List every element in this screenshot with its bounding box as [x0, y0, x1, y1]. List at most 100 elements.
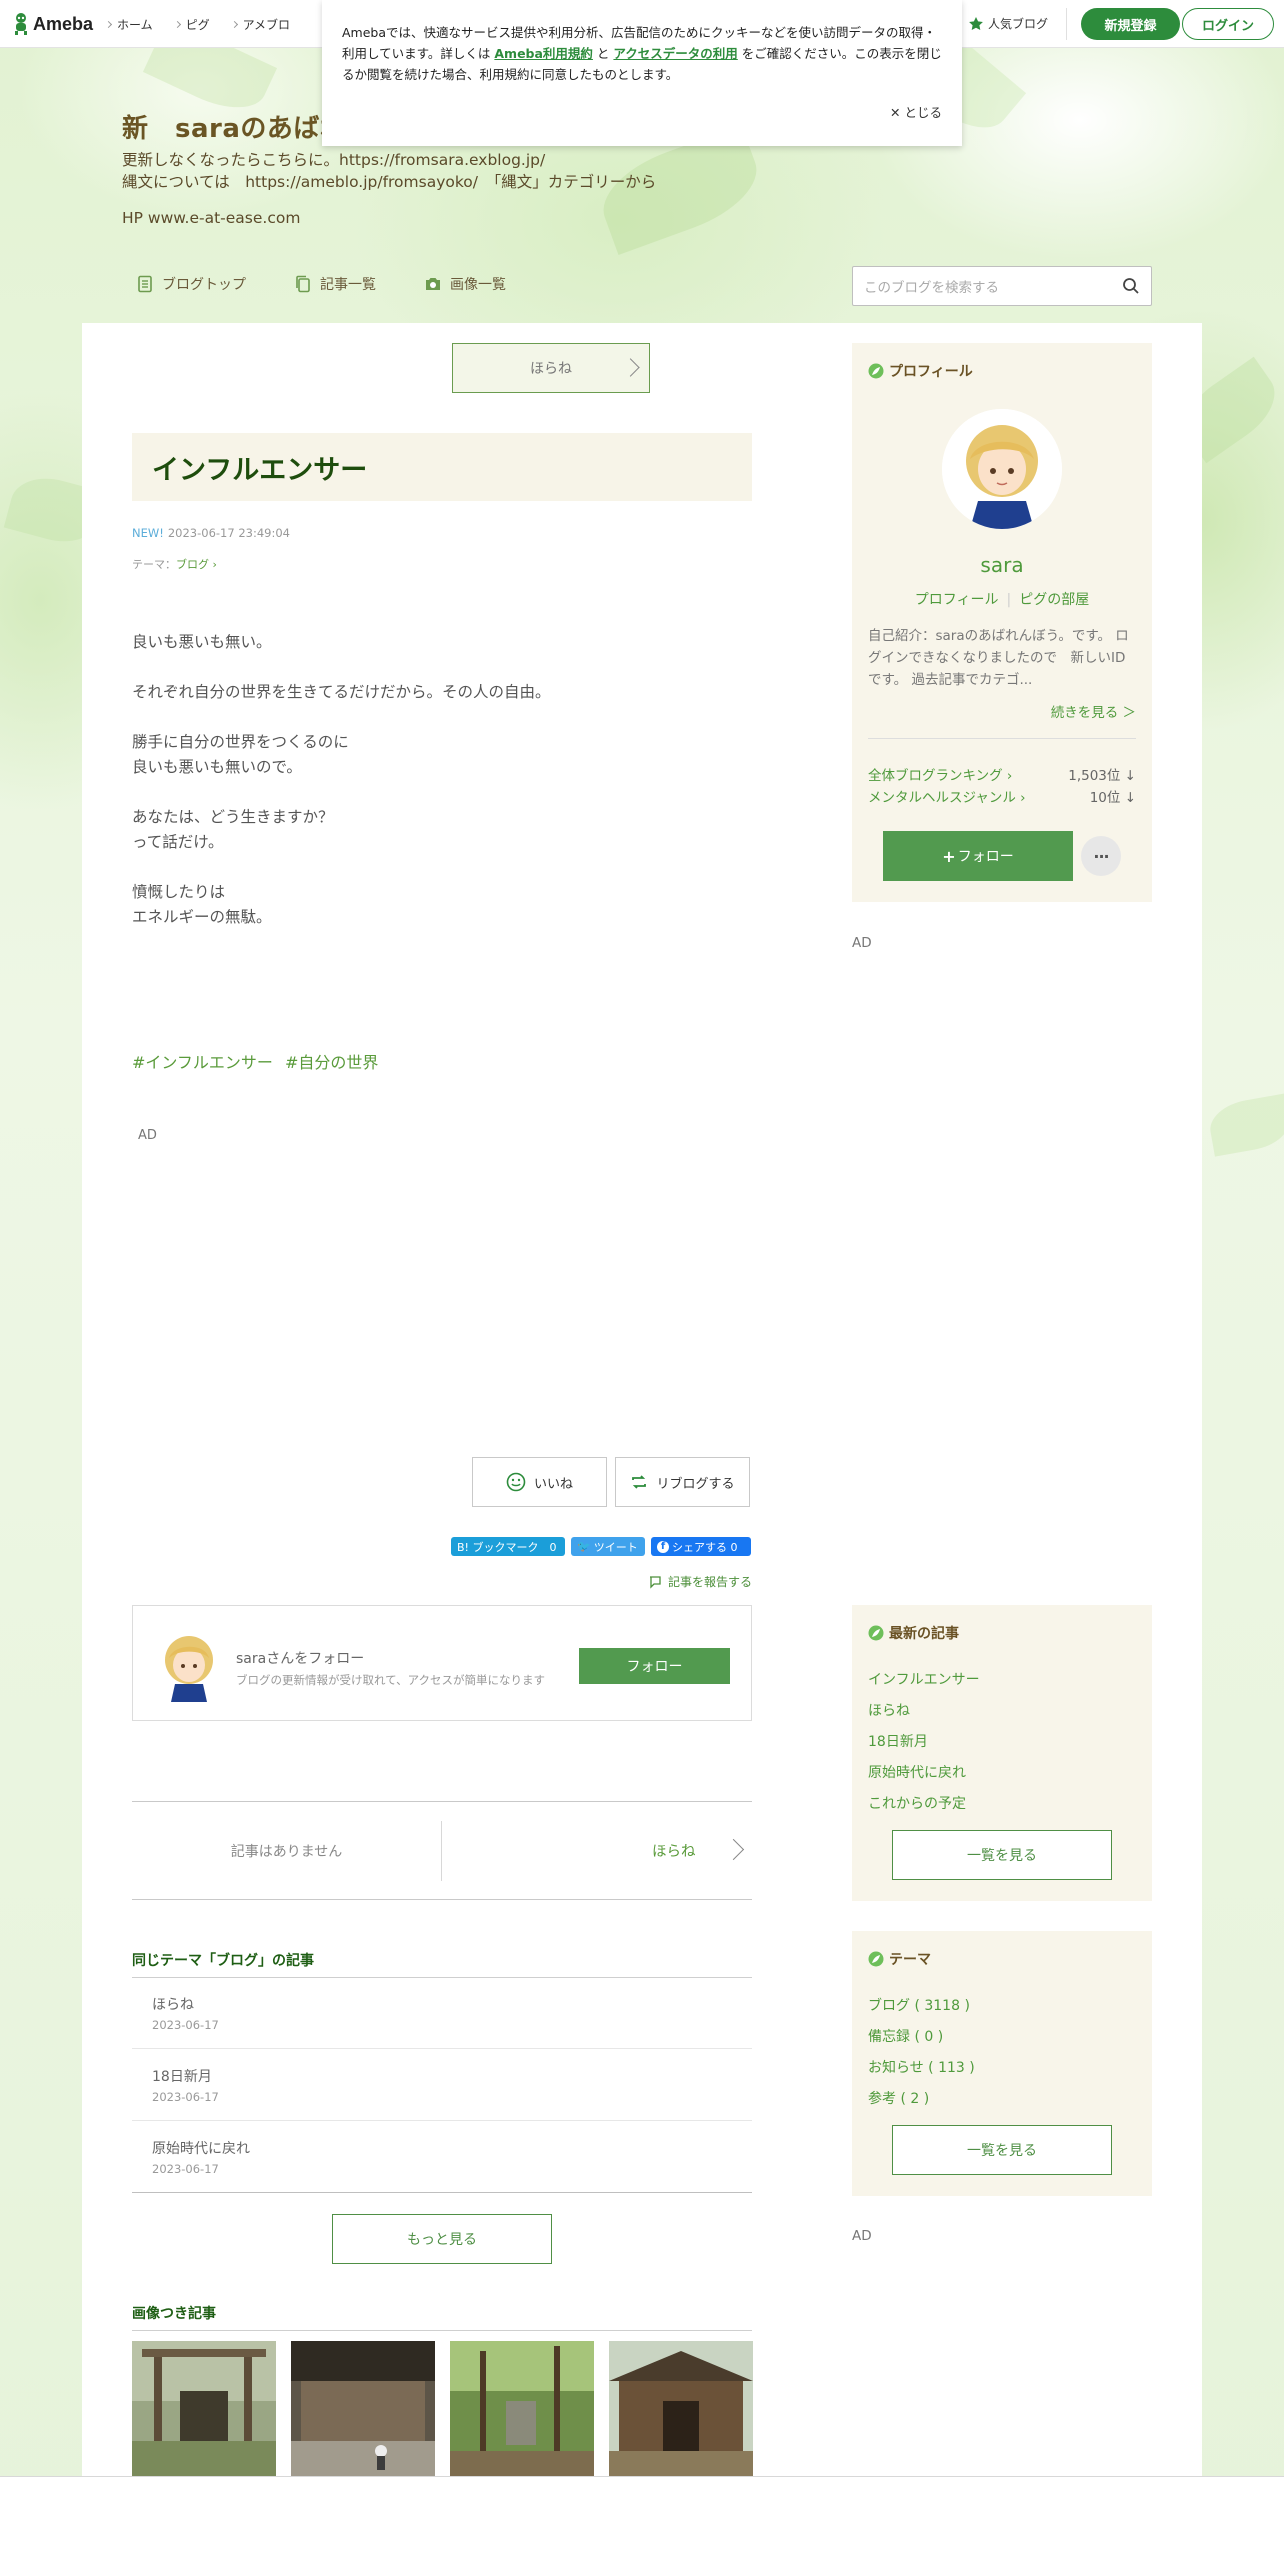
article-title[interactable]: インフルエンサー	[132, 433, 752, 501]
article-thumbnail[interactable]	[450, 2341, 594, 2477]
chevron-right-icon: ›	[209, 558, 217, 571]
chevron-right-icon	[621, 358, 640, 377]
recent-list: インフルエンサー ほらね 18日新月 原始時代に戻れ これからの予定	[868, 1665, 1136, 1820]
plus-icon: +	[942, 846, 956, 866]
blog-description-line: 縄文については https://ameblo.jp/fromsayoko/ 「縄…	[122, 173, 657, 191]
blog-nav-list[interactable]: 記事一覧	[294, 274, 376, 294]
report-label: 記事を報告する	[668, 1575, 753, 1589]
blog-nav-label: ブログトップ	[162, 277, 246, 293]
smile-icon	[506, 1472, 526, 1492]
bottom-bar	[0, 2476, 1284, 2568]
themes-all-button[interactable]: 一覧を見る	[892, 2125, 1112, 2175]
article-thumbnail[interactable]	[609, 2341, 753, 2477]
profile-link[interactable]: プロフィール	[915, 592, 999, 608]
like-label: いいね	[533, 1476, 573, 1492]
ameba-logo[interactable]: Ameba	[12, 12, 93, 36]
recent-heading: 最新の記事	[868, 1623, 1136, 1643]
follow-button[interactable]: フォロー	[579, 1648, 730, 1684]
next-article-link[interactable]: ほらね	[652, 1840, 696, 1861]
like-button[interactable]: いいね	[472, 1457, 607, 1507]
prev-article-none: 記事はありません	[230, 1843, 343, 1860]
article-pager: 記事はありません ほらね	[132, 1801, 752, 1900]
blog-description: 更新しなくなったらこちらに。https://fromsara.exblog.jp…	[122, 149, 656, 193]
related-heading: 同じテーマ「ブログ」の記事	[132, 1950, 752, 1978]
blog-nav-label: 記事一覧	[320, 277, 376, 293]
global-nav-label: アメブロ	[242, 18, 291, 32]
more-button[interactable]: もっと見る	[332, 2214, 552, 2264]
search-icon[interactable]	[1122, 277, 1140, 295]
theme-item[interactable]: 備忘録 ( 0 )	[868, 2022, 1136, 2053]
profile-links: プロフィール | ピグの部屋	[852, 589, 1152, 609]
chevron-right-icon	[173, 20, 181, 29]
report-link[interactable]: 記事を報告する	[648, 1573, 752, 1590]
theme-item[interactable]: お知らせ ( 113 )	[868, 2053, 1136, 2084]
article-theme: テーマ：ブログ ›	[132, 556, 217, 572]
continue-link[interactable]: 続きを見る ＞	[1051, 701, 1136, 721]
profile-name[interactable]: sara	[852, 553, 1152, 577]
flag-icon	[650, 1575, 661, 1589]
blog-nav: ブログトップ 記事一覧 画像一覧	[136, 274, 506, 294]
ranking-label[interactable]: メンタルヘルスジャンル ›	[868, 786, 1026, 806]
profile-avatar[interactable]	[942, 409, 1062, 529]
global-nav-home[interactable]: ホーム	[104, 16, 153, 33]
global-nav-ameblo[interactable]: アメブロ	[230, 16, 291, 33]
recent-all-button[interactable]: 一覧を見る	[892, 1830, 1112, 1880]
recent-item[interactable]: インフルエンサー	[868, 1665, 1136, 1696]
prev-article-button[interactable]: ほらね	[452, 343, 650, 393]
pig-room-link[interactable]: ピグの部屋	[1019, 592, 1089, 608]
popular-blog-link[interactable]: 人気ブログ	[968, 15, 1048, 32]
cookie-close-button[interactable]: ✕ とじる	[890, 102, 942, 123]
recent-item[interactable]: 原始時代に戻れ	[868, 1758, 1136, 1789]
themes-list: ブログ ( 3118 ) 備忘録 ( 0 ) お知らせ ( 113 ) 参考 (…	[868, 1991, 1136, 2115]
list-item[interactable]: 原始時代に戻れ 2023-06-17	[132, 2121, 752, 2193]
blog-nav-images[interactable]: 画像一覧	[424, 274, 506, 294]
profile-follow-button[interactable]: + フォロー	[883, 831, 1073, 881]
ad-label: AD	[852, 935, 872, 951]
facebook-icon: f	[657, 1540, 669, 1553]
article-body: 良いも悪いも無い。 それぞれ自分の世界を生きてるだけだから。その人の自由。 勝手…	[132, 633, 551, 926]
access-data-link[interactable]: アクセスデータの利用	[613, 46, 737, 61]
facebook-share-button[interactable]: f シェアする 0	[651, 1537, 751, 1556]
follow-box: saraさんをフォロー ブログの更新情報が受け取れて、アクセスが簡単になります …	[132, 1605, 752, 1721]
list-item[interactable]: 18日新月 2023-06-17	[132, 2049, 752, 2121]
register-button[interactable]: 新規登録	[1081, 8, 1180, 40]
list-item[interactable]: ほらね 2023-06-17	[132, 1977, 752, 2049]
reblog-button[interactable]: リブログする	[615, 1457, 750, 1507]
login-button[interactable]: ログイン	[1182, 8, 1274, 40]
blog-search-input[interactable]: このブログを検索する	[852, 266, 1152, 306]
ranking-label[interactable]: 全体ブログランキング ›	[868, 764, 1012, 784]
related-date: 2023-06-17	[152, 2018, 219, 2032]
theme-item[interactable]: 参考 ( 2 )	[868, 2084, 1136, 2115]
camera-icon	[426, 278, 440, 290]
article-thumbnail[interactable]	[132, 2341, 276, 2477]
popular-blog-label: 人気ブログ	[988, 17, 1049, 31]
ranking-label-text: メンタルヘルスジャンル	[868, 790, 1016, 806]
blog-nav-top[interactable]: ブログトップ	[136, 274, 246, 294]
reblog-label: リブログする	[656, 1476, 735, 1492]
theme-item[interactable]: ブログ ( 3118 )	[868, 1991, 1136, 2022]
hatena-bookmark-button[interactable]: B! ブックマーク 0	[451, 1537, 565, 1556]
terms-link[interactable]: Ameba利用規約	[494, 46, 593, 61]
more-options-icon[interactable]: ···	[1081, 836, 1121, 876]
ameba-logo-text: Ameba	[33, 13, 94, 34]
global-nav-label: ピグ	[185, 18, 210, 32]
hashtag[interactable]: #インフルエンサー	[132, 1049, 273, 1073]
article-thumbnail[interactable]	[291, 2341, 435, 2477]
recent-item[interactable]: ほらね	[868, 1696, 1136, 1727]
article-meta: NEW! 2023-06-17 23:49:04	[132, 526, 290, 540]
blog-title[interactable]: 新 saraのあばれ	[122, 108, 346, 145]
global-nav-pig[interactable]: ピグ	[173, 16, 210, 33]
theme-link[interactable]: ブログ	[176, 558, 209, 571]
recent-item[interactable]: これからの予定	[868, 1789, 1136, 1820]
avatar[interactable]	[157, 1632, 221, 1702]
copy-icon	[296, 275, 310, 293]
ad-label: AD	[852, 2228, 872, 2244]
divider	[868, 738, 1136, 739]
hashtag[interactable]: #自分の世界	[285, 1049, 378, 1073]
tweet-button[interactable]: 🐦 ツイート	[571, 1537, 645, 1556]
related-title: 18日新月	[152, 2069, 212, 2085]
global-nav-label: ホーム	[117, 18, 153, 32]
twitter-icon: 🐦	[577, 1540, 591, 1553]
recent-item[interactable]: 18日新月	[868, 1727, 1136, 1758]
theme-label: テーマ：	[132, 558, 176, 571]
